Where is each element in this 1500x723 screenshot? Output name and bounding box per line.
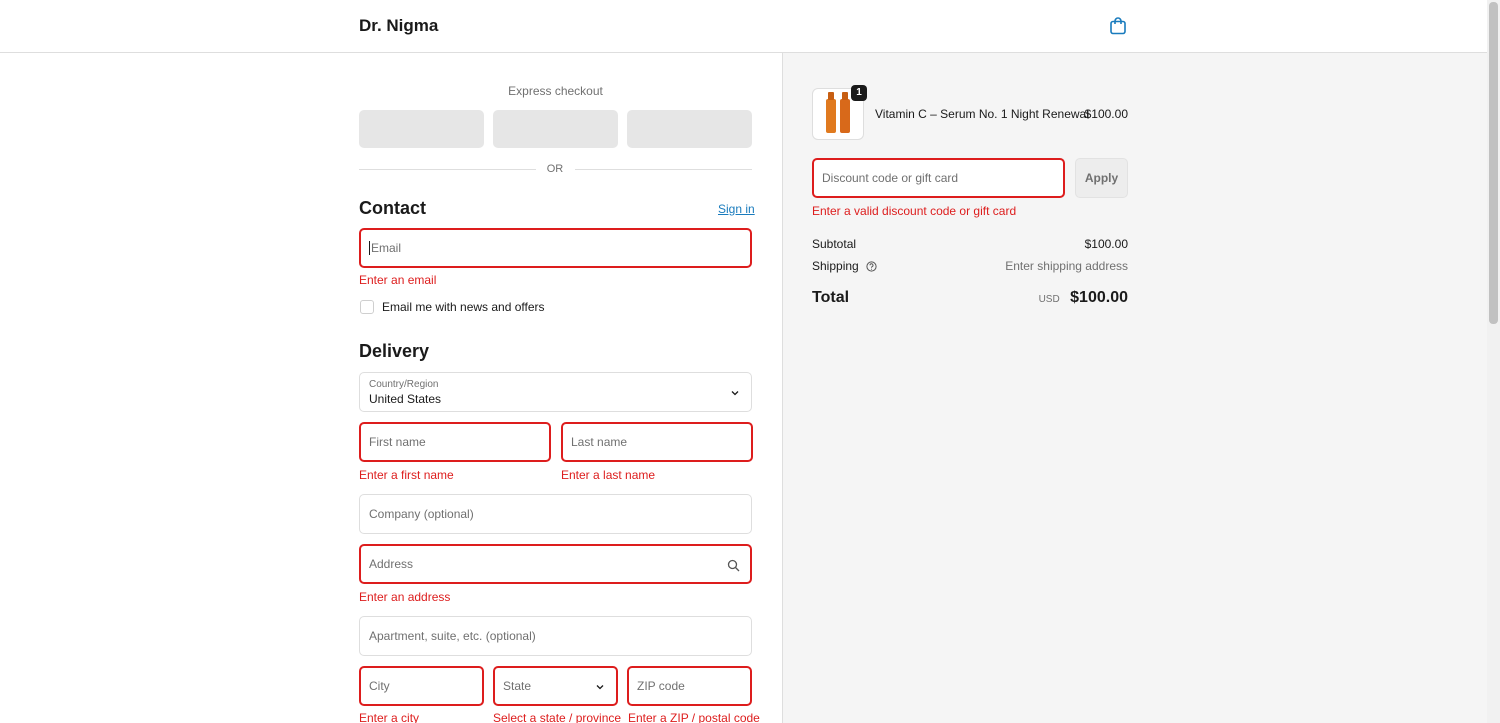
apartment-placeholder: Apartment, suite, etc. (optional)	[369, 629, 536, 643]
company-placeholder: Company (optional)	[369, 507, 474, 521]
address-field[interactable]: Address	[359, 544, 752, 584]
shopping-bag-icon[interactable]	[1108, 16, 1128, 36]
zip-placeholder: ZIP code	[637, 679, 685, 693]
page-scrollbar[interactable]	[1487, 0, 1500, 723]
express-pay-button-1[interactable]	[359, 110, 484, 148]
product-bottle-cap	[842, 92, 848, 100]
country-label: Country/Region	[369, 379, 439, 390]
newsletter-checkbox[interactable]	[360, 300, 374, 314]
search-icon[interactable]	[727, 559, 740, 572]
state-select[interactable]: State	[493, 666, 618, 706]
express-pay-button-2[interactable]	[493, 110, 618, 148]
total-label: Total	[812, 289, 850, 306]
divider-right	[575, 169, 752, 170]
email-placeholder: Email	[371, 241, 402, 255]
state-placeholder: State	[503, 679, 532, 693]
discount-placeholder: Discount code or gift card	[822, 171, 959, 185]
quantity-badge: 1	[851, 85, 867, 101]
last-name-error: Enter a last name	[561, 468, 656, 482]
chevron-down-icon	[731, 391, 739, 396]
city-placeholder: City	[369, 679, 390, 693]
state-error: Select a state / province	[493, 711, 622, 723]
last-name-field[interactable]: Last name	[561, 422, 753, 462]
product-bottle	[840, 99, 850, 133]
divider-left	[359, 169, 536, 170]
delivery-title: Delivery	[359, 341, 430, 361]
header: Dr. Nigma	[0, 0, 1487, 53]
newsletter-label: Email me with news and offers	[382, 300, 545, 314]
brand-logo[interactable]: Dr. Nigma	[359, 16, 438, 36]
company-field[interactable]: Company (optional)	[359, 494, 752, 534]
subtotal-label: Subtotal	[812, 237, 857, 251]
currency-code: USD	[1038, 294, 1060, 305]
zip-field[interactable]: ZIP code	[627, 666, 752, 706]
sign-in-link[interactable]: Sign in	[718, 202, 755, 216]
country-value: United States	[369, 392, 442, 406]
last-name-placeholder: Last name	[571, 435, 628, 449]
shipping-row: Shipping	[812, 259, 877, 273]
shipping-label: Shipping	[812, 259, 859, 273]
address-error: Enter an address	[359, 590, 451, 604]
product-price: $100.00	[1084, 107, 1128, 121]
express-pay-button-3[interactable]	[627, 110, 752, 148]
subtotal-value: $100.00	[1084, 237, 1128, 251]
shipping-value: Enter shipping address	[1005, 259, 1128, 273]
discount-code-field[interactable]: Discount code or gift card	[812, 158, 1065, 198]
zip-error: Enter a ZIP / postal code	[628, 711, 760, 723]
first-name-placeholder: First name	[369, 435, 426, 449]
product-bottle	[826, 99, 836, 133]
total-value: $100.00	[1070, 289, 1128, 306]
text-cursor	[369, 241, 370, 255]
first-name-field[interactable]: First name	[359, 422, 551, 462]
help-circle-icon[interactable]	[866, 261, 877, 272]
email-field[interactable]: Email	[359, 228, 752, 268]
chevron-down-icon	[596, 685, 604, 690]
address-placeholder: Address	[369, 557, 414, 571]
first-name-error: Enter a first name	[359, 468, 454, 482]
apply-discount-button[interactable]: Apply	[1075, 158, 1128, 198]
city-field[interactable]: City	[359, 666, 484, 706]
email-error: Enter an email	[359, 273, 437, 287]
contact-title: Contact	[359, 198, 426, 218]
express-checkout-label: Express checkout	[508, 84, 603, 98]
scrollbar-thumb[interactable]	[1489, 2, 1498, 324]
total-amount: USD $100.00	[1039, 289, 1128, 307]
discount-error: Enter a valid discount code or gift card	[812, 204, 1017, 218]
country-select[interactable]: Country/Region United States	[359, 372, 752, 412]
product-bottle-cap	[828, 92, 834, 100]
city-error: Enter a city	[359, 711, 420, 723]
apartment-field[interactable]: Apartment, suite, etc. (optional)	[359, 616, 752, 656]
order-summary-panel	[782, 53, 1487, 723]
product-name: Vitamin C – Serum No. 1 Night Renewal	[875, 107, 1089, 121]
or-divider-text: OR	[546, 163, 564, 175]
